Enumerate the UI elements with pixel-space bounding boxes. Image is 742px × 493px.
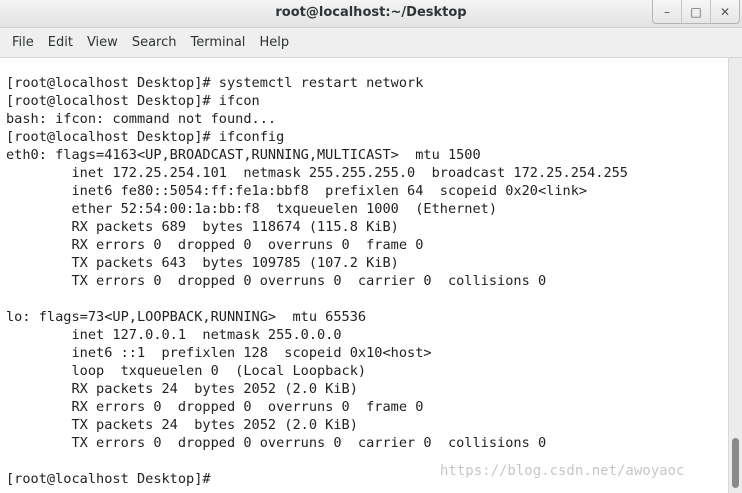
terminal-line: inet 172.25.254.101 netmask 255.255.255.… [6,165,628,181]
menu-bar: File Edit View Search Terminal Help [0,28,742,58]
terminal-line: TX errors 0 dropped 0 overruns 0 carrier… [6,273,547,289]
terminal-line: lo: flags=73<UP,LOOPBACK,RUNNING> mtu 65… [6,309,367,325]
terminal-window: root@localhost:~/Desktop – □ ✕ File Edit… [0,0,742,493]
terminal-line: [root@localhost Desktop]# ifcon [6,93,260,109]
terminal-line: loop txqueuelen 0 (Local Loopback) [6,363,367,379]
terminal-line: ether 52:54:00:1a:bb:f8 txqueuelen 1000 … [6,201,498,217]
terminal-line: RX errors 0 dropped 0 overruns 0 frame 0 [6,237,424,253]
menu-help[interactable]: Help [252,35,296,50]
terminal-line: RX packets 689 bytes 118674 (115.8 KiB) [6,219,399,235]
window-title: root@localhost:~/Desktop [275,5,467,20]
menu-edit[interactable]: Edit [41,35,80,50]
window-controls: – □ ✕ [652,0,740,24]
terminal-line: bash: ifcon: command not found... [6,111,277,127]
terminal-line: inet6 fe80::5054:ff:fe1a:bbf8 prefixlen … [6,183,588,199]
maximize-button[interactable]: □ [682,0,711,23]
title-bar[interactable]: root@localhost:~/Desktop – □ ✕ [0,0,742,28]
terminal-line: eth0: flags=4163<UP,BROADCAST,RUNNING,MU… [6,147,481,163]
terminal-line: RX errors 0 dropped 0 overruns 0 frame 0 [6,399,424,415]
terminal-line: [root@localhost Desktop]# systemctl rest… [6,75,424,91]
terminal-line: [root@localhost Desktop]# ifconfig [6,129,285,145]
terminal-line: TX packets 24 bytes 2052 (2.0 KiB) [6,417,358,433]
watermark-text: https://blog.csdn.net/awoyaoc [440,463,685,479]
menu-view[interactable]: View [80,35,125,50]
vertical-scrollbar[interactable] [728,58,742,493]
terminal-line: inet6 ::1 prefixlen 128 scopeid 0x10<hos… [6,345,432,361]
close-button[interactable]: ✕ [711,0,739,23]
terminal-line: RX packets 24 bytes 2052 (2.0 KiB) [6,381,358,397]
minimize-button[interactable]: – [653,0,682,23]
terminal-line: TX errors 0 dropped 0 overruns 0 carrier… [6,435,547,451]
menu-file[interactable]: File [5,35,41,50]
scrollbar-thumb[interactable] [732,438,739,488]
terminal-line: TX packets 643 bytes 109785 (107.2 KiB) [6,255,399,271]
menu-search[interactable]: Search [125,35,184,50]
menu-terminal[interactable]: Terminal [183,35,252,50]
terminal-output[interactable]: [root@localhost Desktop]# systemctl rest… [0,58,728,493]
terminal-line: inet 127.0.0.1 netmask 255.0.0.0 [6,327,342,343]
